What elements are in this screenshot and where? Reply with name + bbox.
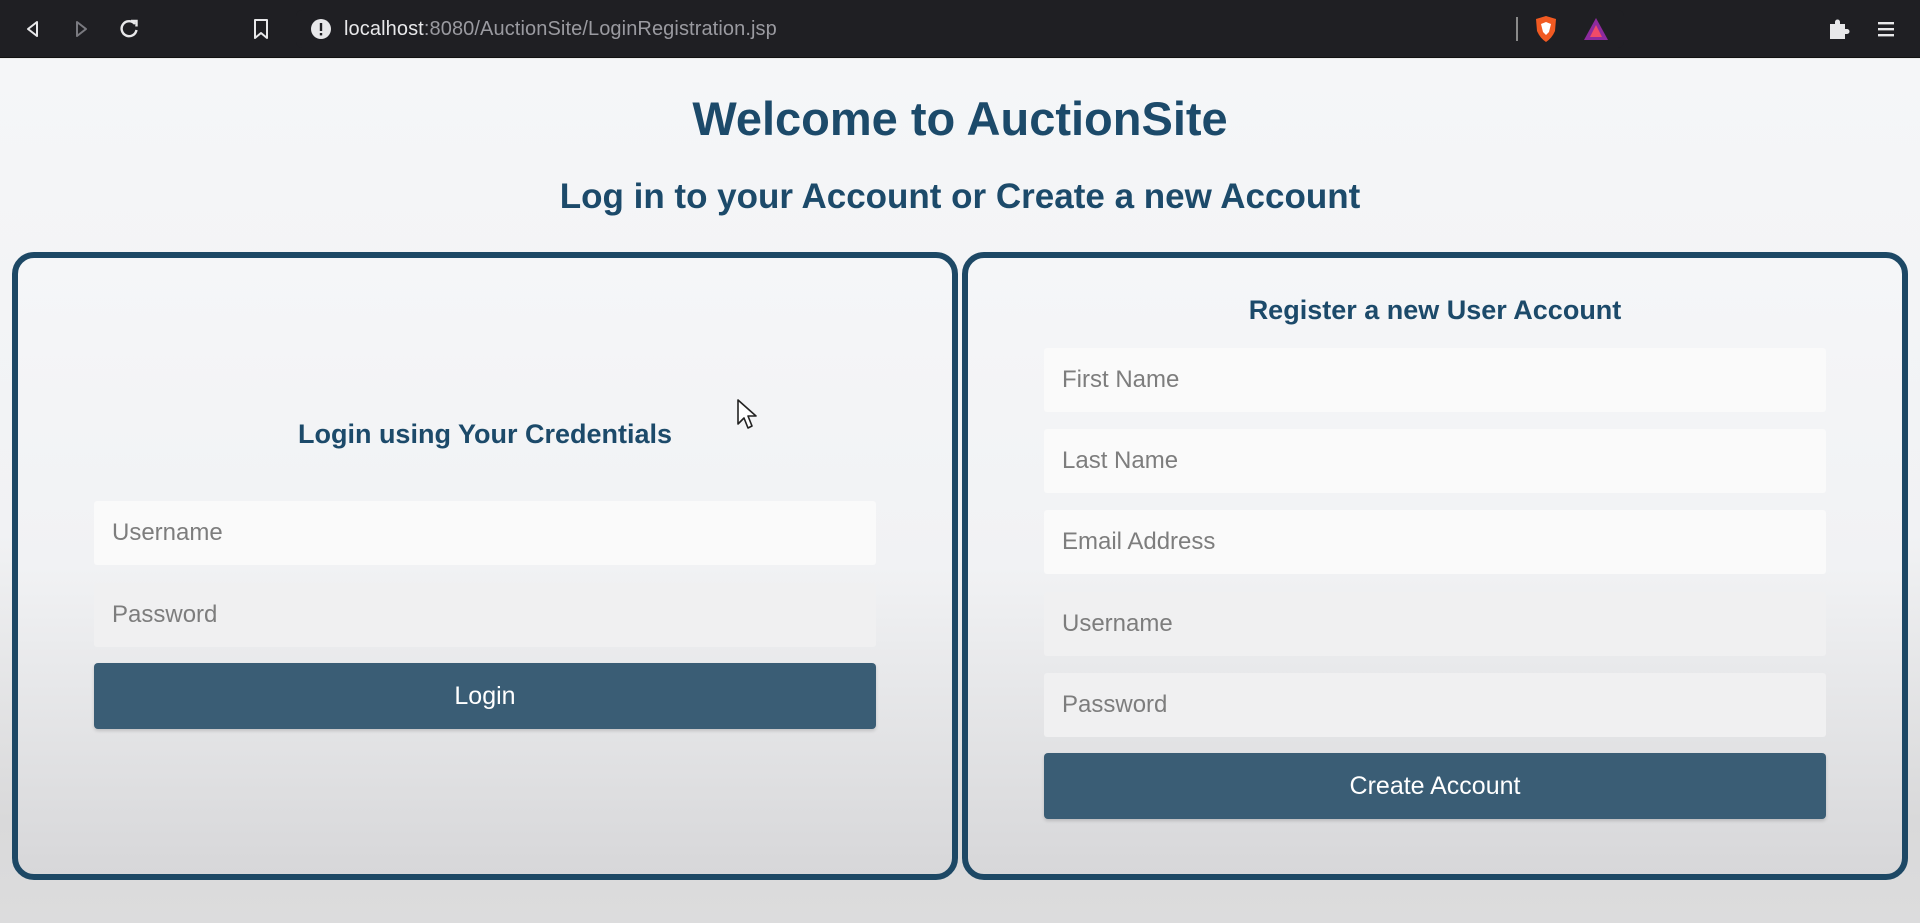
bookmark-icon[interactable]	[246, 14, 276, 44]
login-password-input[interactable]	[94, 583, 876, 647]
page-title: Welcome to AuctionSite	[692, 92, 1228, 145]
url-text[interactable]: localhost:8080/AuctionSite/LoginRegistra…	[344, 18, 777, 41]
first-name-input[interactable]	[1044, 348, 1826, 412]
login-panel: Login using Your Credentials Login	[12, 252, 958, 880]
page-content: Welcome to AuctionSite Log in to your Ac…	[0, 59, 1920, 923]
toolbar-divider	[1516, 17, 1518, 41]
menu-icon[interactable]	[1871, 14, 1901, 44]
register-username-input[interactable]	[1044, 592, 1826, 656]
back-icon[interactable]	[18, 14, 48, 44]
login-heading: Login using Your Credentials	[297, 419, 673, 449]
register-heading: Register a new User Account	[1248, 295, 1622, 325]
reload-icon[interactable]	[114, 14, 144, 44]
brave-shield-icon[interactable]	[1531, 14, 1561, 44]
url-path: :8080/AuctionSite/LoginRegistration.jsp	[423, 17, 777, 40]
rewards-triangle-icon[interactable]	[1581, 14, 1611, 44]
last-name-input[interactable]	[1044, 429, 1826, 493]
login-username-input[interactable]	[94, 501, 876, 565]
register-panel: Register a new User Account Create Accou…	[962, 252, 1908, 880]
forward-icon[interactable]	[66, 14, 96, 44]
site-info-icon[interactable]	[310, 18, 332, 40]
email-input[interactable]	[1044, 510, 1826, 574]
address-bar[interactable]: localhost:8080/AuctionSite/LoginRegistra…	[296, 10, 1624, 48]
register-password-input[interactable]	[1044, 673, 1826, 737]
extensions-puzzle-icon[interactable]	[1823, 14, 1853, 44]
login-button[interactable]: Login	[94, 663, 876, 729]
create-account-button[interactable]: Create Account	[1044, 753, 1826, 819]
browser-toolbar: localhost:8080/AuctionSite/LoginRegistra…	[0, 0, 1920, 58]
url-host: localhost	[344, 17, 424, 40]
page-subtitle: Log in to your Account or Create a new A…	[559, 177, 1361, 216]
